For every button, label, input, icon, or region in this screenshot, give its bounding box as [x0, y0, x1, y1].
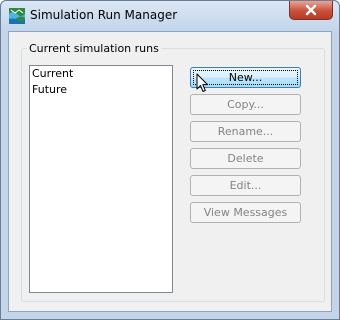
simulation-run-manager-window: Simulation Run Manager Current simulatio… — [0, 0, 340, 320]
runs-listbox[interactable]: Current Future — [29, 65, 173, 293]
delete-button[interactable]: Delete — [190, 148, 301, 169]
mouse-pointer-icon — [196, 73, 208, 92]
copy-button[interactable]: Copy... — [190, 94, 301, 115]
close-icon — [305, 4, 317, 16]
dialog-client-area: Current simulation runs Current Future N… — [8, 31, 332, 312]
rename-button[interactable]: Rename... — [190, 121, 301, 142]
view-messages-button[interactable]: View Messages — [190, 202, 301, 223]
current-runs-groupbox: Current simulation runs Current Future N… — [21, 42, 325, 302]
title-bar[interactable]: Simulation Run Manager — [1, 1, 339, 31]
edit-button[interactable]: Edit... — [190, 175, 301, 196]
close-button[interactable] — [289, 1, 333, 20]
list-item-future[interactable]: Future — [30, 82, 172, 98]
window-title: Simulation Run Manager — [30, 8, 178, 22]
list-item-current[interactable]: Current — [30, 66, 172, 82]
hec-hms-icon — [9, 8, 25, 24]
group-label: Current simulation runs — [27, 42, 161, 55]
